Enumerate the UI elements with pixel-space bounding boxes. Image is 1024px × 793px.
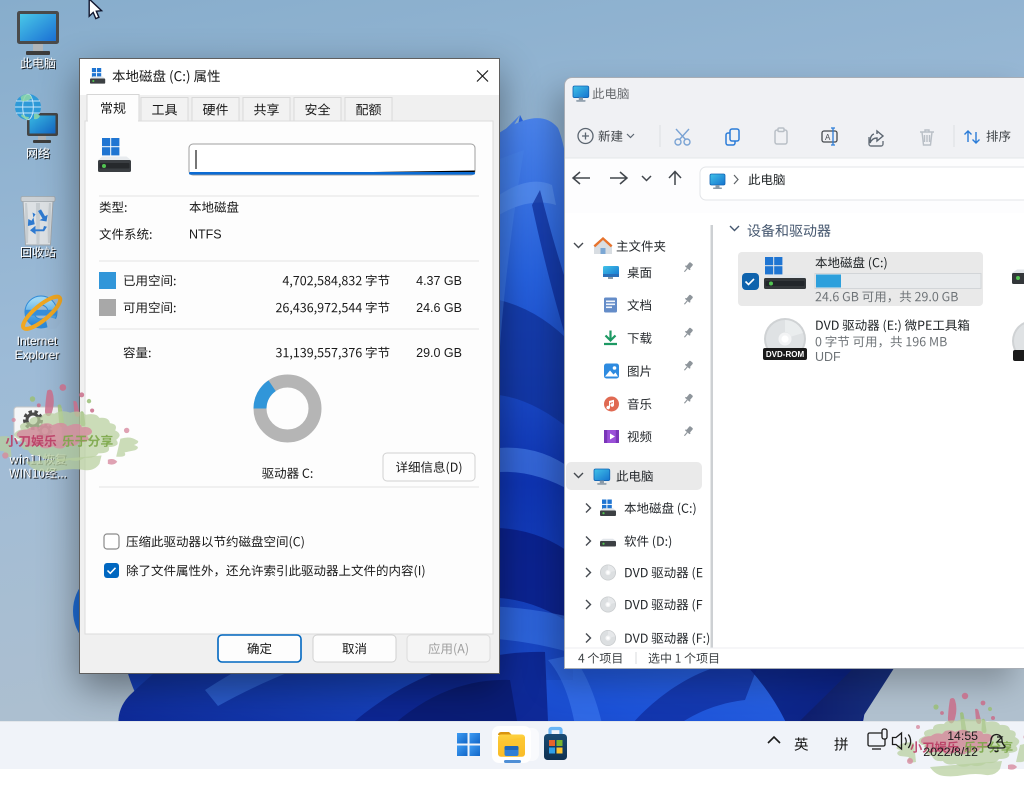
svg-text:29.0 GB: 29.0 GB [416, 346, 462, 360]
svg-text:24.6 GB: 24.6 GB [416, 301, 462, 315]
svg-text:DVD-ROM: DVD-ROM [766, 350, 805, 359]
svg-text:Internet: Internet [17, 334, 58, 348]
svg-text:4.37 GB: 4.37 GB [416, 274, 462, 288]
svg-text:NTFS: NTFS [189, 228, 222, 242]
svg-text:UDF: UDF [815, 350, 841, 364]
svg-text:2022/8/12: 2022/8/12 [923, 745, 978, 759]
svg-text:A: A [825, 133, 831, 142]
svg-text:14:55: 14:55 [947, 729, 978, 743]
